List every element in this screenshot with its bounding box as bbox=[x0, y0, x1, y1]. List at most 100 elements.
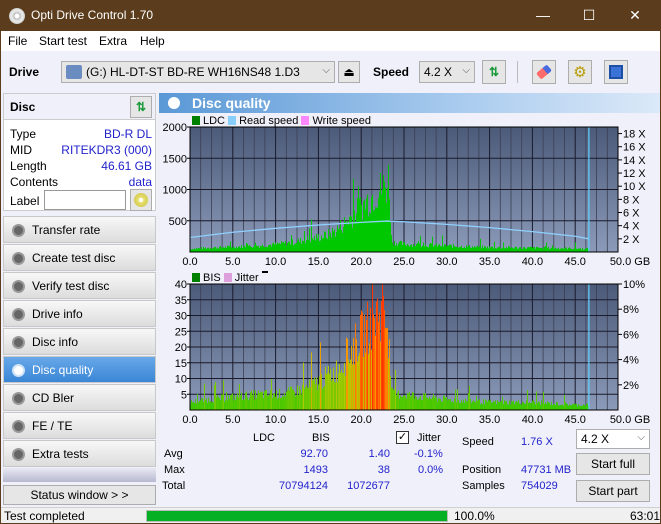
ldc-bar bbox=[351, 216, 352, 252]
ldc-bar bbox=[471, 248, 472, 252]
ldc-bar bbox=[490, 247, 491, 252]
nav-drive-info[interactable]: Drive info bbox=[3, 300, 156, 327]
nav-extra-tests[interactable]: Extra tests bbox=[3, 440, 156, 467]
bis-bar bbox=[275, 396, 276, 410]
y-left-tick-label: 1500 bbox=[163, 153, 187, 165]
ldc-bar bbox=[516, 246, 517, 252]
disc-label-input[interactable] bbox=[44, 190, 126, 210]
bis-bar bbox=[336, 360, 337, 410]
stats-avg-label: Avg bbox=[164, 448, 183, 460]
ldc-bar bbox=[507, 248, 508, 252]
y-left-tick-label: 25 bbox=[175, 326, 187, 338]
eject-button[interactable]: ⏏ bbox=[338, 61, 360, 83]
menu-file[interactable]: File bbox=[8, 34, 27, 48]
start-full-button[interactable]: Start full bbox=[576, 453, 650, 475]
ldc-bar bbox=[243, 245, 244, 252]
menu-help[interactable]: Help bbox=[140, 34, 165, 48]
speed-select[interactable]: 4.2 X ⌵ bbox=[419, 61, 475, 83]
jitter-checkbox[interactable]: ✓ bbox=[396, 431, 409, 444]
x-tick-label: 25.0 bbox=[393, 256, 414, 268]
bis-bar bbox=[478, 399, 479, 410]
stats-max-ldc: 1493 bbox=[303, 464, 328, 476]
drive-select[interactable]: (G:) HL-DT-ST BD-RE WH16NS48 1.D3 ⌵ bbox=[61, 61, 335, 83]
ldc-bar bbox=[299, 242, 300, 252]
ldc-bar bbox=[246, 243, 247, 252]
start-part-button[interactable]: Start part bbox=[576, 480, 650, 502]
bis-bar bbox=[568, 405, 569, 410]
ldc-bar bbox=[230, 241, 231, 252]
close-button[interactable]: ✕ bbox=[615, 4, 655, 26]
ldc-bar bbox=[550, 248, 551, 252]
bis-bar bbox=[467, 401, 468, 410]
bis-bar bbox=[347, 338, 348, 410]
ldc-bar bbox=[454, 246, 455, 252]
ldc-bar bbox=[269, 244, 270, 252]
ldc-bar bbox=[307, 236, 308, 252]
ldc-bar bbox=[536, 246, 537, 252]
nav-disc-quality[interactable]: Disc quality bbox=[3, 356, 156, 383]
bis-bar bbox=[403, 395, 404, 410]
test-speed-select[interactable]: 4.2 X ⌵ bbox=[576, 429, 650, 449]
bis-bar bbox=[410, 396, 411, 410]
ldc-bar bbox=[414, 245, 415, 252]
bis-bar bbox=[396, 395, 397, 410]
nav-transfer-rate[interactable]: Transfer rate bbox=[3, 216, 156, 243]
bis-bar bbox=[442, 401, 443, 410]
ldc-bar bbox=[292, 239, 293, 252]
bis-bar bbox=[512, 401, 513, 410]
disc-mid-value: RITEKDR3 (000) bbox=[61, 143, 152, 157]
bis-bar bbox=[561, 404, 562, 410]
drive-info-icon bbox=[12, 308, 25, 321]
bis-bar bbox=[354, 364, 355, 410]
ldc-bar bbox=[305, 243, 306, 252]
ldc-bar bbox=[220, 245, 221, 252]
bis-bar bbox=[225, 399, 226, 410]
ldc-bar bbox=[254, 244, 255, 252]
disc-label-button[interactable] bbox=[130, 189, 152, 211]
nav-verify-test-disc[interactable]: Verify test disc bbox=[3, 272, 156, 299]
status-window-button[interactable]: Status window > > bbox=[3, 485, 156, 505]
bis-bar bbox=[544, 403, 545, 410]
ldc-bar bbox=[354, 210, 355, 252]
ldc-bar bbox=[443, 246, 444, 252]
bis-bar bbox=[444, 395, 445, 410]
menu-start-test[interactable]: Start test bbox=[39, 34, 87, 48]
nav-cd-bler[interactable]: CD Bler bbox=[3, 384, 156, 411]
ldc-bar bbox=[580, 248, 581, 252]
bis-bar bbox=[296, 394, 297, 410]
ldc-bar bbox=[210, 248, 211, 252]
ldc-bar bbox=[267, 247, 268, 252]
ldc-bar bbox=[537, 247, 538, 252]
bis-bar bbox=[244, 399, 245, 410]
bis-bar bbox=[508, 404, 509, 410]
bis-bar bbox=[449, 399, 450, 410]
ldc-bar bbox=[483, 247, 484, 252]
nav-label: Disc info bbox=[32, 335, 79, 349]
menu-extra[interactable]: Extra bbox=[99, 34, 127, 48]
ldc-bar bbox=[385, 187, 386, 252]
ldc-bar bbox=[494, 241, 495, 252]
disc-refresh-button[interactable]: ⇅ bbox=[130, 96, 152, 118]
settings-button[interactable]: ⚙ bbox=[568, 60, 592, 84]
erase-button[interactable] bbox=[532, 60, 556, 84]
ldc-bar bbox=[284, 243, 285, 252]
minimize-button[interactable]: — bbox=[523, 4, 563, 26]
nav-disc-info[interactable]: Disc info bbox=[3, 328, 156, 355]
maximize-button[interactable]: ☐ bbox=[569, 4, 609, 26]
bis-bar bbox=[237, 393, 238, 410]
refresh-button[interactable]: ⇅ bbox=[482, 60, 506, 84]
ldc-bar bbox=[484, 246, 485, 252]
bis-bar bbox=[484, 404, 485, 410]
ldc-bar bbox=[492, 246, 493, 252]
bis-bar bbox=[427, 397, 428, 410]
bis-bar bbox=[372, 284, 373, 410]
save-button[interactable] bbox=[604, 60, 628, 84]
bis-bar bbox=[205, 400, 206, 410]
bis-bar bbox=[517, 402, 518, 410]
ldc-bar bbox=[362, 220, 363, 252]
nav-create-test-disc[interactable]: Create test disc bbox=[3, 244, 156, 271]
bis-bar bbox=[301, 394, 302, 410]
nav-fe-te[interactable]: FE / TE bbox=[3, 412, 156, 439]
ldc-bar bbox=[249, 244, 250, 252]
bis-bar bbox=[219, 398, 220, 410]
